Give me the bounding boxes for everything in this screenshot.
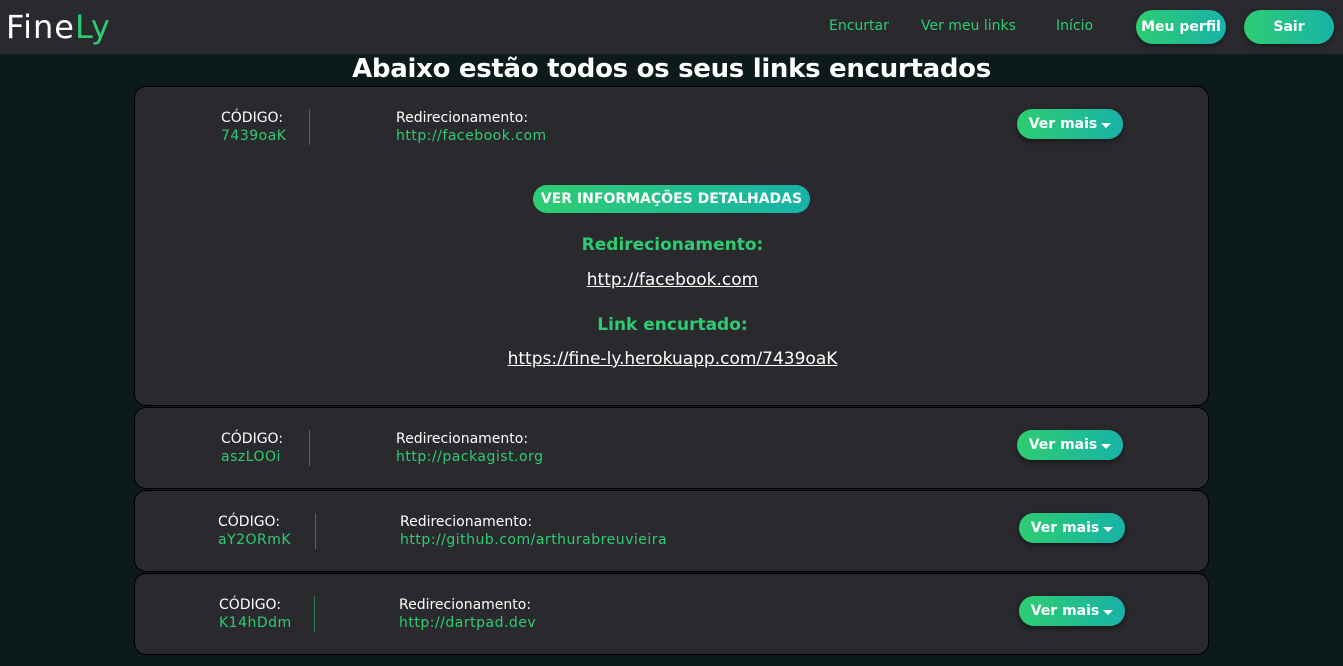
see-more-button[interactable]: Ver mais [1017, 109, 1123, 139]
see-more-label: Ver mais [1028, 116, 1098, 132]
see-more-button[interactable]: Ver mais [1017, 430, 1123, 460]
redirect-label: Redirecionamento: [400, 514, 533, 530]
link-card: CÓDIGO: aY2ORmK Redirecionamento: http:/… [134, 490, 1209, 572]
detail-redirect-link[interactable]: http://facebook.com [135, 270, 1210, 290]
see-more-label: Ver mais [1028, 437, 1098, 453]
see-more-button[interactable]: Ver mais [1019, 596, 1125, 626]
divider [309, 109, 310, 145]
code-label: CÓDIGO: [219, 597, 282, 613]
nav-my-links-link[interactable]: Ver meu links [921, 18, 1016, 34]
caret-down-icon [1103, 527, 1114, 532]
details-badge: VER INFORMAÇÕES DETALHADAS [533, 185, 810, 213]
code-value: aszLOOi [221, 449, 281, 465]
navbar: FineLy Encurtar Ver meu links Início Meu… [0, 0, 1343, 54]
redirect-block: Redirecionamento: http://packagist.org [396, 430, 543, 466]
see-more-button[interactable]: Ver mais [1019, 513, 1125, 543]
divider [314, 596, 315, 632]
divider [309, 430, 310, 466]
detail-redirect-label: Redirecionamento: [581, 235, 764, 255]
code-label: CÓDIGO: [221, 110, 284, 126]
page-title: Abaixo estão todos os seus links encurta… [352, 54, 991, 84]
brand-logo[interactable]: FineLy [6, 8, 111, 46]
code-block: CÓDIGO: K14hDdm [219, 596, 292, 632]
link-card: CÓDIGO: aszLOOi Redirecionamento: http:/… [134, 407, 1209, 489]
redirect-value[interactable]: http://facebook.com [396, 127, 547, 145]
code-block: CÓDIGO: 7439oaK [221, 109, 286, 145]
brand-name-part2: Ly [74, 8, 111, 46]
nav-home-link[interactable]: Início [1056, 18, 1093, 34]
see-more-label: Ver mais [1030, 603, 1100, 619]
redirect-label: Redirecionamento: [396, 431, 529, 447]
logout-button[interactable]: Sair [1244, 10, 1334, 44]
redirect-block: Redirecionamento: http://dartpad.dev [399, 596, 536, 632]
code-block: CÓDIGO: aszLOOi [221, 430, 283, 466]
profile-button[interactable]: Meu perfil [1136, 10, 1226, 44]
redirect-label: Redirecionamento: [396, 110, 529, 126]
code-label: CÓDIGO: [218, 514, 281, 530]
divider [315, 513, 316, 549]
caret-down-icon [1103, 610, 1114, 615]
code-block: CÓDIGO: aY2ORmK [218, 513, 291, 549]
redirect-block: Redirecionamento: http://facebook.com [396, 109, 547, 145]
redirect-label: Redirecionamento: [399, 597, 532, 613]
link-card: CÓDIGO: K14hDdm Redirecionamento: http:/… [134, 573, 1209, 655]
redirect-value[interactable]: http://dartpad.dev [399, 614, 536, 632]
see-more-label: Ver mais [1030, 520, 1100, 536]
redirect-block: Redirecionamento: http://github.com/arth… [400, 513, 667, 549]
link-card: CÓDIGO: 7439oaK Redirecionamento: http:/… [134, 86, 1209, 406]
nav-shorten-link[interactable]: Encurtar [829, 18, 889, 34]
detail-short-label: Link encurtado: [597, 315, 748, 335]
code-value: K14hDdm [219, 615, 292, 631]
redirect-value[interactable]: http://packagist.org [396, 448, 543, 466]
code-value: aY2ORmK [218, 532, 292, 548]
caret-down-icon [1101, 123, 1112, 128]
brand-name-part1: Fine [6, 8, 75, 46]
redirect-value[interactable]: http://github.com/arthurabreuvieira [400, 531, 667, 549]
caret-down-icon [1101, 444, 1112, 449]
code-label: CÓDIGO: [221, 431, 284, 447]
detail-short-link[interactable]: https://fine-ly.herokuapp.com/7439oaK [135, 349, 1210, 369]
code-value: 7439oaK [221, 128, 287, 144]
